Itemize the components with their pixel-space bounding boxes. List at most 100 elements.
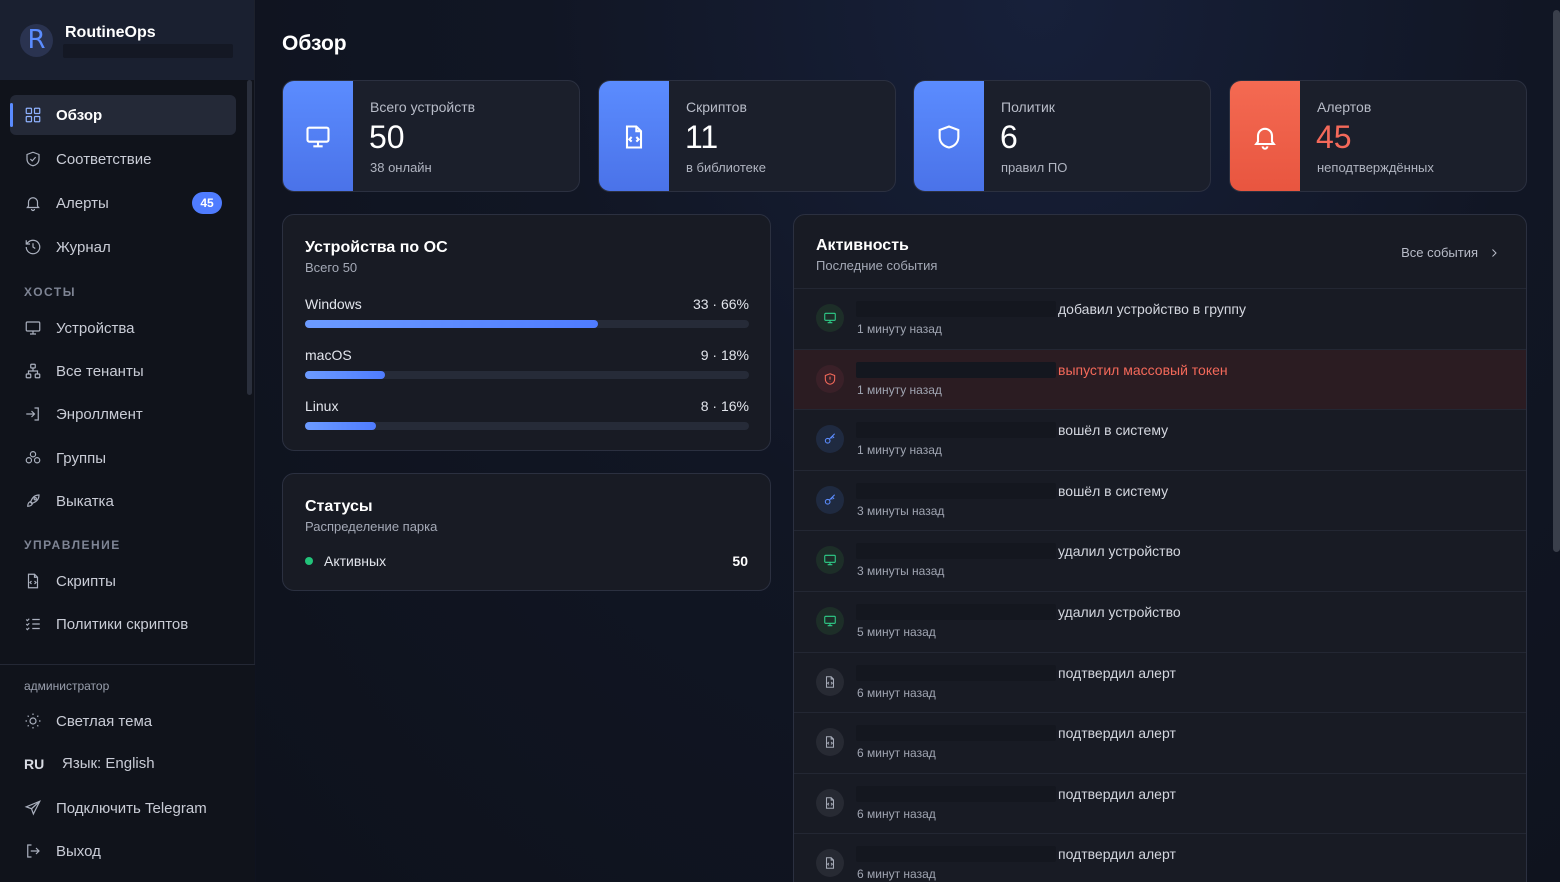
file-code-icon — [27, 573, 39, 589]
group-icon — [25, 451, 41, 464]
brand-header[interactable]: R RoutineOps — [0, 0, 254, 80]
alerts-count-badge: 45 — [192, 192, 222, 214]
sidebar-item-label: Все тенанты — [56, 362, 144, 380]
sidebar-item-alerts[interactable]: Алерты 45 — [10, 183, 236, 223]
redacted-user — [856, 361, 1056, 378]
main-scrollbar[interactable] — [1553, 10, 1560, 552]
rocket-icon — [27, 494, 40, 507]
activity-row[interactable]: вошёл в систему 3 минуты назад — [794, 469, 1526, 530]
activity-icon-badge — [816, 304, 844, 332]
panel-subtitle: Всего 50 — [305, 260, 358, 275]
stat-card-policies[interactable]: Политик 6 правил ПО — [913, 80, 1211, 192]
activity-row[interactable]: вошёл в систему 1 минуту назад — [794, 409, 1526, 469]
section-label-hosts: ХОСТЫ — [24, 285, 76, 299]
list-check-icon — [25, 618, 40, 631]
sidebar-item-enrollment[interactable]: Энроллмент — [10, 394, 236, 434]
stat-value: 11 — [685, 119, 719, 155]
shield-alert-icon — [824, 372, 836, 385]
file-code-icon — [825, 675, 835, 688]
activity-row[interactable]: выпустил массовый токен 1 минуту назад — [794, 348, 1526, 409]
sidebar-item-label: Журнал — [56, 238, 111, 256]
stat-label: Политик — [1001, 99, 1055, 115]
stat-icon-box — [914, 81, 984, 191]
activity-icon-badge — [816, 667, 844, 696]
shield-icon — [938, 125, 960, 149]
activity-text: удалил устройство — [1058, 543, 1181, 560]
brand-name: RoutineOps — [65, 24, 156, 41]
stat-sub: в библиотеке — [686, 160, 766, 175]
sidebar-item-compliance[interactable]: Соответствие — [10, 139, 236, 179]
activity-row[interactable]: удалил устройство 5 минут назад — [794, 591, 1526, 651]
activity-time: 3 минуты назад — [857, 564, 945, 579]
logout-button[interactable]: Выход — [24, 842, 101, 860]
sidebar-item-label: Энроллмент — [56, 405, 143, 423]
os-count: 9 · 18% — [700, 347, 749, 363]
status-count: 50 — [732, 553, 748, 569]
language-toggle[interactable]: RU Язык: English — [24, 755, 155, 772]
sidebar-scrollbar[interactable] — [247, 80, 252, 395]
panel-title: Активность — [816, 237, 909, 254]
stat-card-alerts[interactable]: Алертов 45 неподтверждённых — [1229, 80, 1527, 192]
activity-row[interactable]: удалил устройство 3 минуты назад — [794, 530, 1526, 590]
activity-time: 6 минут назад — [857, 685, 936, 700]
redacted-user — [856, 664, 1056, 681]
telegram-connect[interactable]: Подключить Telegram — [24, 799, 207, 817]
activity-row[interactable]: подтвердил алерт 6 минут назад — [794, 651, 1526, 712]
logout-label: Выход — [56, 842, 101, 860]
activity-time: 6 минут назад — [857, 867, 936, 882]
sidebar-item-groups[interactable]: Группы — [10, 438, 236, 478]
activity-icon-badge — [816, 425, 844, 454]
panel-subtitle: Распределение парка — [305, 519, 438, 534]
activity-icon-badge — [816, 485, 844, 514]
stat-value: 50 — [369, 119, 405, 155]
key-icon — [824, 433, 836, 444]
redacted-user — [856, 846, 1056, 863]
sidebar-item-journal[interactable]: Журнал — [10, 227, 236, 267]
sidebar-item-label: Группы — [56, 449, 106, 467]
stat-icon-box — [599, 81, 669, 191]
redacted-user — [856, 301, 1056, 317]
key-icon — [824, 494, 836, 505]
theme-toggle[interactable]: Светлая тема — [24, 712, 152, 730]
sidebar-item-scripts[interactable]: Скрипты — [10, 561, 236, 601]
theme-label: Светлая тема — [56, 712, 153, 730]
monitor-icon — [306, 126, 330, 148]
sidebar-item-label: Скрипты — [56, 572, 116, 590]
activity-text: подтвердил алерт — [1058, 725, 1176, 742]
activity-row[interactable]: подтвердил алерт 6 минут назад — [794, 833, 1526, 882]
sun-icon — [25, 713, 41, 729]
os-progress-track — [305, 371, 749, 379]
stat-sub: правил ПО — [1001, 160, 1068, 175]
stat-label: Алертов — [1317, 99, 1372, 115]
sidebar-item-devices[interactable]: Устройства — [10, 308, 236, 348]
stat-card-devices[interactable]: Всего устройств 50 38 онлайн — [282, 80, 580, 192]
file-code-icon — [825, 857, 835, 870]
stat-icon-box — [1230, 81, 1300, 191]
activity-time: 1 минуту назад — [857, 382, 942, 397]
activity-time: 5 минут назад — [857, 625, 936, 639]
os-progress-fill — [305, 422, 377, 430]
bell-icon — [1254, 127, 1276, 150]
sidebar-item-label: Обзор — [56, 106, 103, 124]
stat-card-scripts[interactable]: Скриптов 11 в библиотеке — [598, 80, 896, 192]
user-role: администратор — [24, 679, 110, 693]
sidebar-footer: администратор Светлая тема RU Язык: Engl… — [0, 664, 255, 882]
sidebar-item-rollout[interactable]: Выкатка — [10, 481, 236, 521]
sidebar-item-tenants[interactable]: Все тенанты — [10, 351, 236, 391]
activity-row[interactable]: подтвердил алерт 6 минут назад — [794, 712, 1526, 772]
redacted-tenant — [63, 44, 233, 58]
redacted-user — [856, 604, 1056, 620]
sidebar-item-label: Политики скриптов — [56, 615, 189, 633]
sidebar-item-script-policies[interactable]: Политики скриптов — [10, 604, 236, 644]
section-label-manage: УПРАВЛЕНИЕ — [24, 538, 121, 552]
os-distribution-panel: Устройства по ОС Всего 50 Windows 33 · 6… — [282, 214, 771, 451]
activity-icon-badge — [816, 849, 844, 878]
os-name: macOS — [305, 347, 352, 363]
activity-icon-badge — [816, 364, 844, 393]
panel-subtitle: Последние события — [816, 258, 938, 273]
sidebar-item-overview[interactable]: Обзор — [10, 95, 236, 135]
activity-row[interactable]: добавил устройство в группу 1 минуту наза… — [794, 288, 1526, 348]
activity-text: подтвердил алерт — [1058, 785, 1176, 802]
activity-row[interactable]: подтвердил алерт 6 минут назад — [794, 772, 1526, 833]
all-events-link[interactable]: Все события — [1401, 245, 1500, 260]
